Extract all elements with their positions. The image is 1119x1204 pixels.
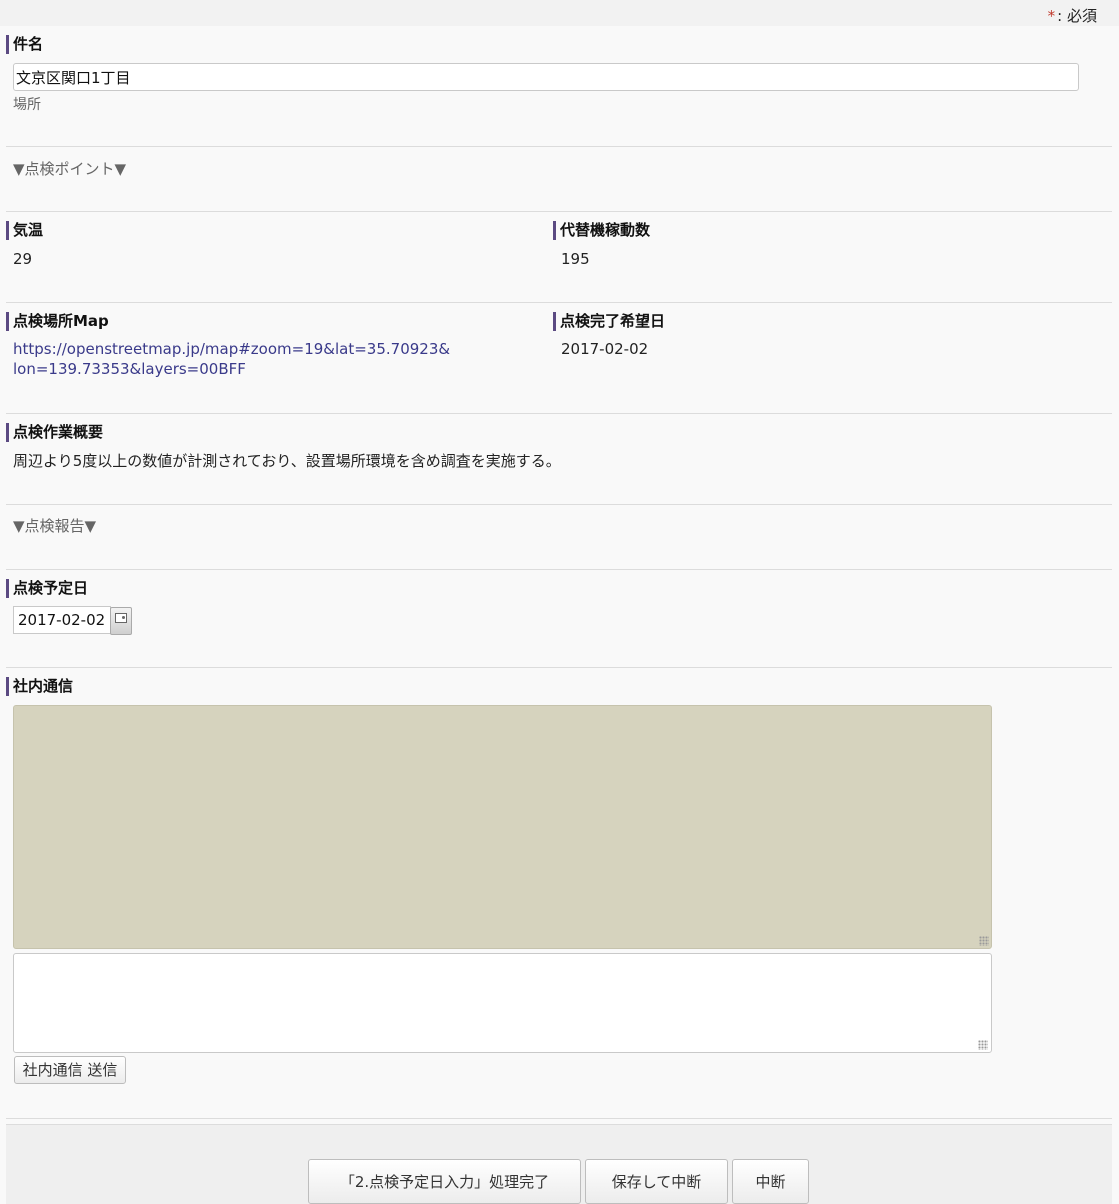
calendar-button[interactable]	[110, 607, 132, 635]
alt-machine-count-label: 代替機稼動数	[553, 221, 650, 240]
divider	[6, 413, 1112, 414]
calendar-icon	[115, 613, 127, 623]
temperature-value: 29	[13, 250, 33, 268]
section-inspection-report: ▼点検報告▼	[13, 517, 97, 535]
resize-grip-icon[interactable]	[978, 1040, 988, 1050]
divider	[6, 146, 1112, 147]
subject-input[interactable]	[13, 63, 1079, 91]
summary-label: 点検作業概要	[6, 423, 103, 442]
subject-label: 件名	[6, 35, 43, 54]
desired-date-value: 2017-02-02	[561, 340, 649, 358]
internal-comm-label: 社内通信	[6, 677, 73, 696]
divider	[6, 302, 1112, 303]
temperature-label: 気温	[6, 221, 43, 240]
required-note: *: 必須	[1048, 5, 1097, 26]
required-text: : 必須	[1057, 7, 1097, 25]
suspend-button[interactable]: 中断	[732, 1159, 809, 1204]
scheduled-date-label: 点検予定日	[6, 579, 88, 598]
divider	[6, 211, 1112, 212]
internal-comm-input[interactable]	[13, 953, 992, 1053]
subject-hint: 場所	[13, 97, 41, 113]
required-star: *	[1047, 7, 1056, 25]
divider	[6, 504, 1112, 505]
divider	[6, 1118, 1112, 1119]
alt-machine-count-value: 195	[561, 250, 590, 268]
scheduled-date-input[interactable]	[13, 606, 111, 634]
divider	[6, 667, 1112, 668]
summary-value: 周辺より5度以上の数値が計測されており、設置場所環境を含め調査を実施する。	[13, 452, 561, 470]
internal-comm-log	[13, 705, 992, 949]
complete-process-button[interactable]: 「2.点検予定日入力」処理完了	[308, 1159, 581, 1204]
section-inspection-point: ▼点検ポイント▼	[13, 160, 127, 178]
resize-grip-icon[interactable]	[979, 936, 989, 946]
map-link-line1[interactable]: https://openstreetmap.jp/map#zoom=19&lat…	[13, 340, 450, 358]
desired-date-label: 点検完了希望日	[553, 312, 665, 331]
map-label: 点検場所Map	[6, 312, 109, 331]
map-link[interactable]: https://openstreetmap.jp/map#zoom=19&lat…	[13, 339, 450, 379]
internal-comm-send-button[interactable]: 社内通信 送信	[14, 1056, 126, 1084]
top-bar	[0, 0, 1119, 26]
divider	[6, 569, 1112, 570]
save-and-suspend-button[interactable]: 保存して中断	[585, 1159, 728, 1204]
map-link-line2[interactable]: lon=139.73353&layers=00BFF	[13, 360, 246, 378]
